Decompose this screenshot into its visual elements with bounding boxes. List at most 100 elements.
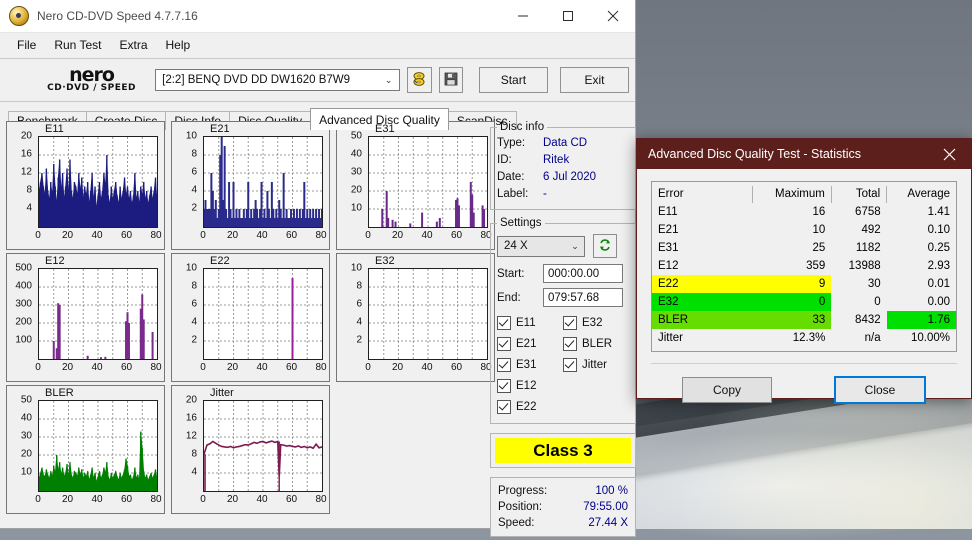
copy-button[interactable]: Copy	[682, 377, 772, 403]
x-tick-label: 40	[421, 230, 433, 241]
window-title: Nero CD-DVD Speed 4.7.7.16	[37, 9, 198, 23]
checkmark-icon	[563, 336, 577, 351]
checkmark-icon	[497, 336, 511, 351]
y-tick-label: 50	[20, 394, 32, 406]
y-tick-label: 8	[191, 280, 197, 292]
graph-plot-jitter	[203, 400, 323, 492]
checkmark-icon	[497, 399, 511, 414]
disc-info-key-date: Date:	[497, 171, 525, 183]
close-icon[interactable]	[927, 139, 971, 169]
y-tick-label: 4	[26, 202, 32, 214]
menu-item-extra[interactable]: Extra	[110, 35, 156, 55]
y-tick-label: 100	[15, 334, 32, 346]
start-input[interactable]: 000:00.00	[543, 264, 623, 283]
checkbox-column-left: E11 E21 E31 E12 E22	[497, 312, 563, 417]
end-label: End:	[497, 291, 521, 304]
table-row[interactable]: E21 10 492 0.10	[652, 221, 956, 239]
checkbox-e21[interactable]: E21	[497, 333, 563, 354]
x-tick-label: 0	[365, 362, 371, 373]
table-row[interactable]: E12 359 13988 2.93	[652, 257, 956, 275]
disc-info-row-label: Label: -	[497, 186, 629, 203]
table-row[interactable]: E22 9 30 0.01	[652, 275, 956, 293]
x-tick-label: 60	[120, 494, 133, 505]
disc-info-row-id: ID: Ritek	[497, 152, 629, 169]
graph-title-e22: E22	[210, 255, 230, 267]
cell-average: 0.25	[927, 242, 950, 254]
checkbox-label-e21: E21	[516, 337, 537, 350]
end-input[interactable]: 079:57.68	[543, 288, 623, 307]
cell-average: 2.93	[927, 260, 950, 272]
error-type-checkboxes: E11 E21 E31 E12 E22 E32 BLER Jitter	[497, 312, 629, 417]
graph-title-bler: BLER	[45, 387, 74, 399]
statistics-table-container: Error Maximum Total Average E11 16 6758 1.4…	[651, 181, 957, 352]
checkbox-e32[interactable]: E32	[563, 312, 629, 333]
close-icon[interactable]	[590, 0, 635, 32]
disc-info-key-type: Type:	[497, 137, 526, 149]
graph-plot-e31	[368, 136, 488, 228]
right-panel: Disc info Type: Data CD ID: Ritek Date: …	[490, 121, 636, 537]
checkbox-e12[interactable]: E12	[497, 375, 563, 396]
drive-select[interactable]: [2:2] BENQ DVD DD DW1620 B7W9 ⌄	[155, 69, 401, 91]
disc-info-group: Disc info Type: Data CD ID: Ritek Date: …	[490, 121, 636, 210]
eject-disc-button[interactable]	[407, 67, 432, 93]
table-header-row: Error Maximum Total Average	[652, 186, 956, 203]
y-tick-label: 40	[20, 412, 32, 424]
table-row[interactable]: E32 0 0 0.00	[652, 293, 956, 311]
checkbox-e11[interactable]: E11	[497, 312, 563, 333]
menu-bar: File Run Test Extra Help	[0, 33, 635, 58]
chevron-down-icon: ⌄	[384, 74, 393, 85]
checkbox-e31[interactable]: E31	[497, 354, 563, 375]
cell-total: n/a	[864, 332, 881, 344]
position-value: 79:55.00	[583, 501, 628, 513]
cell-error: E31	[658, 242, 679, 254]
y-tick-label: 20	[20, 448, 32, 460]
table-row[interactable]: E31 25 1182 0.25	[652, 239, 956, 257]
refresh-button[interactable]	[593, 234, 617, 258]
checkbox-label-e31: E31	[516, 358, 537, 371]
y-tick-label: 4	[356, 316, 362, 328]
menu-item-help[interactable]: Help	[157, 35, 200, 55]
graph-title-e32: E32	[375, 255, 395, 267]
statistics-table-body: E11 16 6758 1.41 E21 10 492 0.10 E31 25 1182 0.25 E1…	[652, 203, 956, 347]
maximize-icon[interactable]	[545, 0, 590, 32]
minimize-icon[interactable]	[500, 0, 545, 32]
disc-info-key-label: Label:	[497, 188, 529, 200]
position-label: Position:	[498, 501, 543, 513]
table-row[interactable]: E11 16 6758 1.41	[652, 203, 956, 221]
table-row[interactable]: BLER 33 8432 1.76	[652, 311, 956, 329]
x-tick-label: 80	[315, 362, 327, 373]
close-button[interactable]: Close	[834, 376, 926, 404]
y-tick-label: 10	[350, 202, 362, 214]
graph-panel-e22: E22 2 4 6 8 10 0 20 40 60 80	[171, 253, 330, 382]
y-tick-label: 10	[185, 262, 197, 274]
graph-title-e31: E31	[375, 123, 395, 135]
cell-error: E22	[652, 275, 753, 293]
progress-row: Progress: 100 %	[498, 483, 628, 499]
table-row[interactable]: Jitter 12.3% n/a 10.00%	[652, 329, 956, 347]
y-tick-label: 2	[356, 334, 362, 346]
start-label: Start:	[497, 267, 525, 280]
y-tick-label: 10	[185, 130, 197, 142]
y-tick-label: 8	[356, 280, 362, 292]
x-tick-label: 0	[365, 230, 371, 241]
y-tick-label: 16	[20, 148, 32, 160]
exit-button[interactable]: Exit	[559, 67, 630, 93]
checkbox-jitter[interactable]: Jitter	[563, 354, 629, 375]
class-result-box: Class 3	[490, 433, 636, 468]
checkbox-label-jitter: Jitter	[582, 358, 607, 371]
x-tick-label: 20	[61, 362, 74, 373]
start-button[interactable]: Start	[478, 67, 548, 93]
checkbox-bler[interactable]: BLER	[563, 333, 629, 354]
y-tick-label: 2	[191, 202, 197, 214]
menu-item-run-test[interactable]: Run Test	[45, 35, 110, 55]
save-button[interactable]	[438, 67, 463, 93]
menu-item-file[interactable]: File	[8, 35, 45, 55]
checkbox-e22[interactable]: E22	[497, 396, 563, 417]
y-tick-label: 400	[15, 280, 32, 292]
cell-error: E11	[658, 206, 678, 218]
x-tick-label: 20	[61, 494, 74, 505]
y-tick-label: 20	[20, 130, 32, 142]
speed-select[interactable]: 24 X ⌄	[497, 235, 585, 257]
cell-maximum: 25	[812, 242, 826, 254]
dialog-titlebar: Advanced Disc Quality Test - Statistics	[637, 139, 971, 169]
